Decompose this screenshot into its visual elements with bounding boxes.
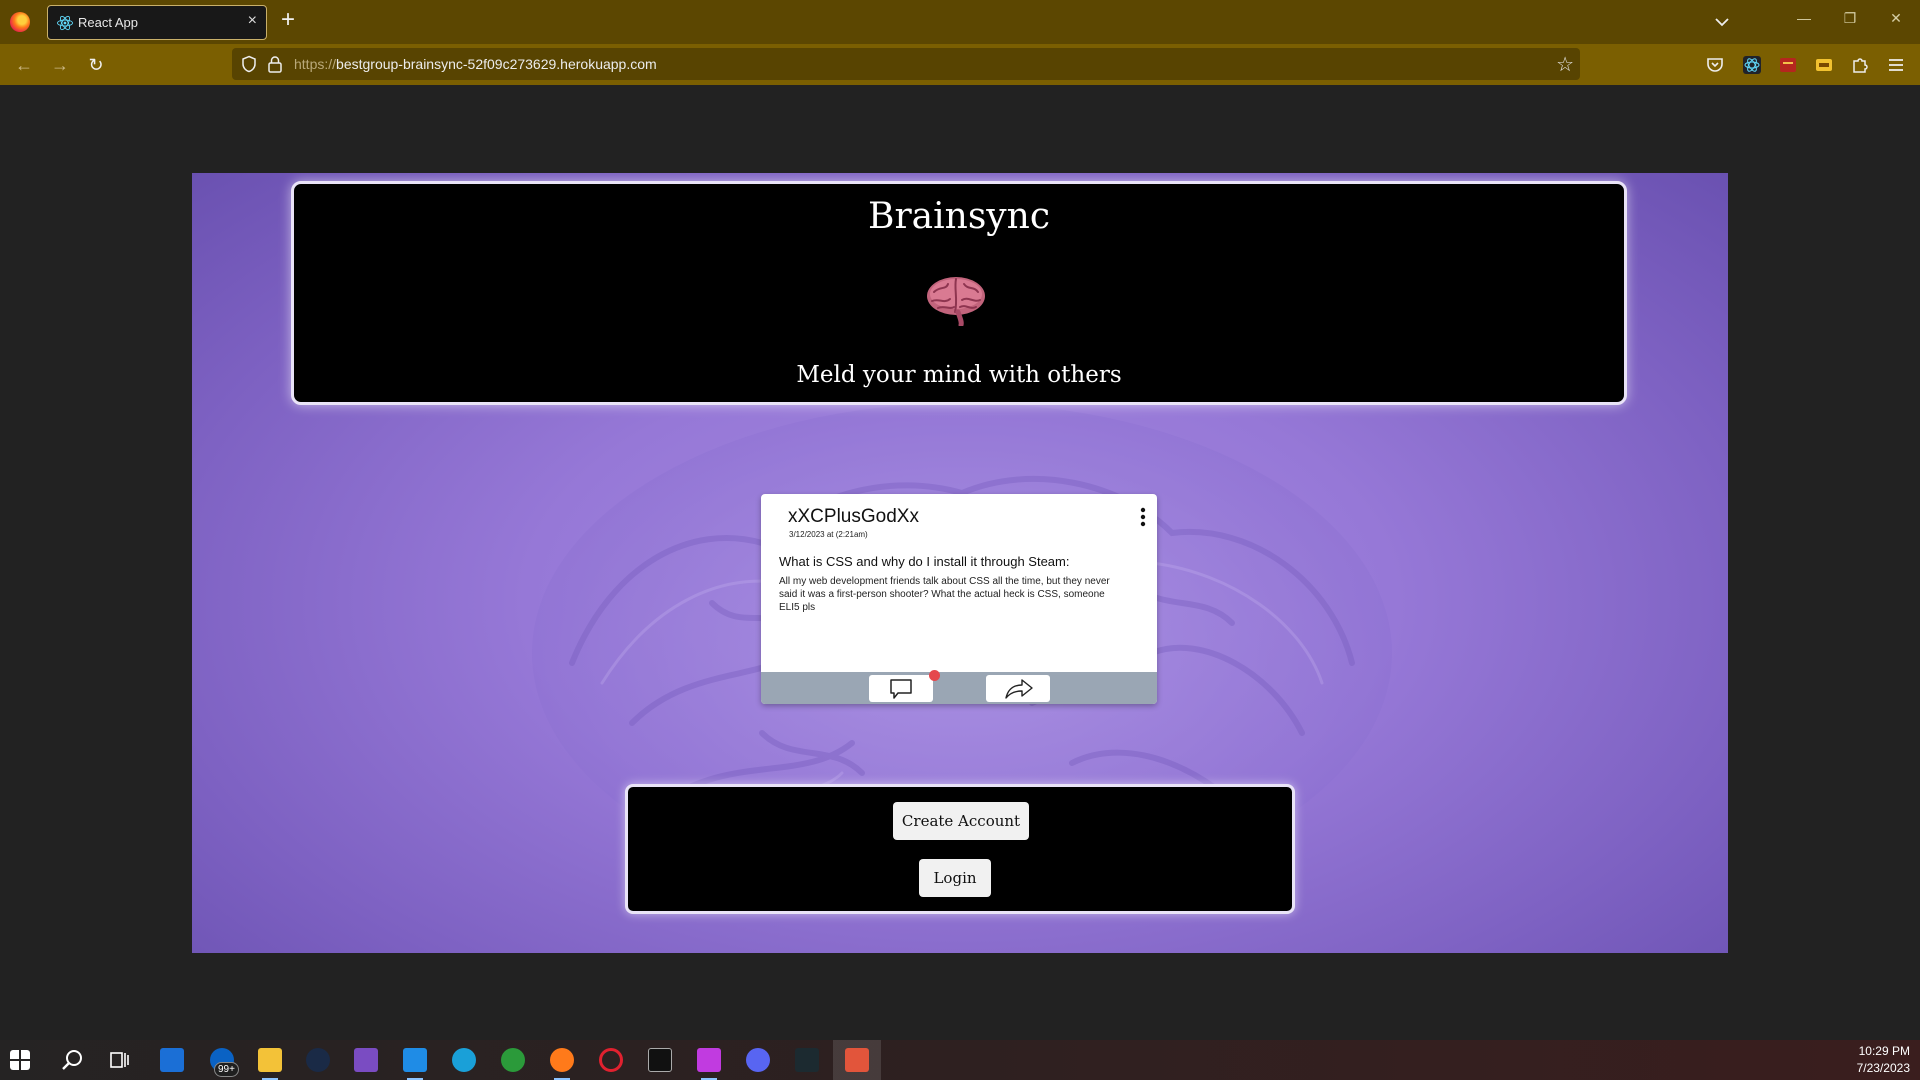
edge-icon[interactable] [452, 1048, 476, 1072]
extensions-puzzle-icon[interactable] [1850, 55, 1870, 75]
login-button[interactable]: Login [919, 859, 991, 897]
hero-header: Brainsync Meld your mind with others [291, 181, 1627, 405]
file-explorer-icon[interactable] [258, 1048, 282, 1072]
extension-yellow-icon[interactable] [1814, 55, 1834, 75]
restore-icon[interactable]: ❐ [1836, 10, 1864, 32]
pocket-icon[interactable] [1705, 55, 1725, 75]
discord-icon[interactable] [746, 1048, 770, 1072]
tagline: Meld your mind with others [796, 362, 1122, 388]
microsoft-store-icon[interactable] [160, 1048, 184, 1072]
list-all-tabs-icon[interactable] [1712, 12, 1732, 32]
comment-button[interactable] [869, 675, 933, 702]
more-options-icon[interactable] [1139, 506, 1147, 528]
jetbrains-icon[interactable] [697, 1048, 721, 1072]
post-action-bar [761, 672, 1157, 704]
tracking-protection-shield-icon[interactable] [240, 55, 258, 73]
post-question: What is CSS and why do I install it thro… [779, 554, 1070, 569]
new-tab-icon[interactable]: + [281, 8, 295, 32]
browser-tab[interactable]: React App × [47, 5, 267, 40]
system-clock[interactable]: 10:29 PM 7/23/2023 [1857, 1043, 1910, 1077]
lock-icon[interactable] [267, 55, 283, 73]
landing-page: Brainsync Meld your mind with others xXC… [192, 173, 1728, 953]
create-account-button[interactable]: Create Account [893, 802, 1029, 840]
clock-time: 10:29 PM [1858, 1044, 1910, 1058]
git-app-icon[interactable] [845, 1048, 869, 1072]
task-view-icon[interactable] [108, 1048, 132, 1072]
share-icon [1005, 679, 1033, 699]
firefox-logo-icon[interactable] [10, 12, 30, 32]
react-logo-icon [57, 15, 73, 31]
terminal-icon[interactable] [648, 1048, 672, 1072]
windows-start-icon[interactable] [10, 1050, 30, 1070]
reload-icon[interactable]: ↻ [84, 53, 108, 77]
firefox-icon[interactable] [550, 1048, 574, 1072]
close-tab-icon[interactable]: × [248, 12, 257, 30]
share-button[interactable] [986, 675, 1050, 702]
vscode-icon[interactable] [403, 1048, 427, 1072]
minimize-icon[interactable]: — [1790, 10, 1818, 32]
hamburger-menu-icon[interactable] [1886, 55, 1906, 75]
post-body: All my web development friends talk abou… [779, 576, 1110, 613]
waveform-app-icon[interactable] [795, 1048, 819, 1072]
comment-icon [890, 679, 912, 699]
notification-dot [929, 670, 940, 681]
extension-red-icon[interactable] [1778, 55, 1798, 75]
browser-tab-bar: React App × + — ❐ ✕ [0, 0, 1920, 44]
bookmark-star-icon[interactable]: ☆ [1556, 52, 1574, 77]
sample-post-card[interactable]: xXCPlusGodXx 3/12/2023 at (2:21am) What … [761, 494, 1157, 704]
url-host: bestgroup-brainsync-52f09c273629.herokua… [336, 56, 657, 72]
react-devtools-extension-icon[interactable] [1742, 55, 1762, 75]
opera-icon[interactable] [599, 1048, 623, 1072]
visual-studio-icon[interactable] [354, 1048, 378, 1072]
back-icon[interactable]: ← [12, 53, 36, 77]
tab-title: React App [78, 15, 138, 30]
clock-date: 7/23/2023 [1856, 1061, 1910, 1075]
forward-icon[interactable]: → [48, 53, 72, 77]
url-bar[interactable]: https://bestgroup-brainsync-52f09c273629… [232, 48, 1580, 80]
steam-icon[interactable] [306, 1048, 330, 1072]
windows-taskbar: 99+ 10:29 PM 7/23/2023 [0, 1040, 1920, 1080]
site-title: Brainsync [868, 196, 1050, 237]
close-window-icon[interactable]: ✕ [1882, 10, 1910, 32]
brain-logo-icon [927, 277, 985, 326]
post-username[interactable]: xXCPlusGodXx [788, 506, 919, 528]
xbox-icon[interactable] [501, 1048, 525, 1072]
post-date: 3/12/2023 at (2:21am) [789, 530, 868, 539]
url-text: https://bestgroup-brainsync-52f09c273629… [294, 56, 657, 72]
url-protocol: https:// [294, 56, 337, 72]
mail-badge: 99+ [214, 1062, 239, 1077]
search-icon[interactable] [60, 1048, 84, 1072]
auth-panel: Create Account Login [625, 784, 1295, 914]
